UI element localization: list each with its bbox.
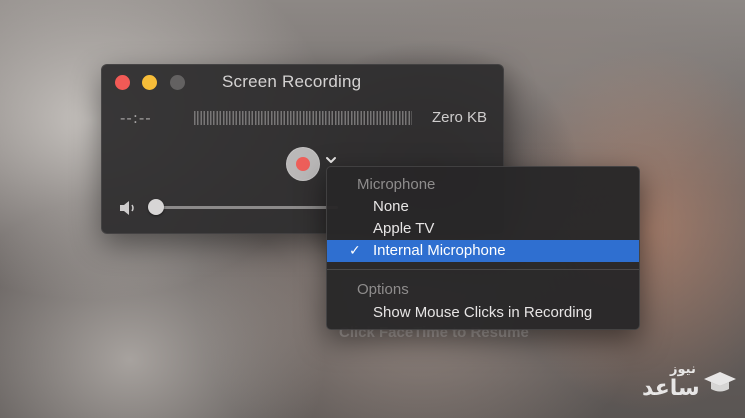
audio-level-meter	[194, 111, 412, 125]
menu-item-show-mouse-clicks[interactable]: Show Mouse Clicks in Recording	[327, 302, 639, 324]
window-title: Screen Recording	[222, 72, 362, 91]
graduation-cap-icon	[704, 372, 736, 392]
menu-item-label: Apple TV	[373, 220, 435, 237]
checkmark-icon: ✓	[349, 243, 361, 259]
menu-item-label: None	[373, 198, 409, 215]
speaker-icon	[120, 201, 134, 215]
zoom-button[interactable]	[170, 75, 185, 90]
file-size-label: Zero KB	[431, 109, 487, 126]
volume-slider-track[interactable]	[158, 206, 338, 209]
chevron-down-icon[interactable]	[324, 153, 338, 167]
minimize-button[interactable]	[142, 75, 157, 90]
menu-item-label: Internal Microphone	[373, 242, 506, 259]
recording-time: --:--	[120, 109, 152, 127]
menu-header-microphone: Microphone	[357, 176, 436, 193]
title-bar[interactable]: Screen Recording	[102, 65, 503, 99]
close-button[interactable]	[115, 75, 130, 90]
watermark-text-small: نیوز	[670, 362, 696, 377]
volume-slider-knob[interactable]	[148, 199, 164, 215]
menu-item-apple-tv[interactable]: Apple TV	[327, 218, 639, 240]
watermark-text: ساعد	[642, 376, 700, 401]
site-watermark-logo: نیوز ساعد	[632, 362, 742, 414]
menu-item-internal-microphone[interactable]: ✓ Internal Microphone	[327, 240, 639, 262]
menu-item-label: Show Mouse Clicks in Recording	[373, 304, 593, 321]
record-dot-icon	[296, 157, 310, 171]
menu-separator	[327, 269, 639, 270]
menu-item-none[interactable]: None	[327, 196, 639, 218]
menu-header-options: Options	[357, 281, 409, 298]
options-dropdown-menu: Microphone None Apple TV ✓ Internal Micr…	[326, 166, 640, 330]
record-button[interactable]	[286, 147, 320, 181]
